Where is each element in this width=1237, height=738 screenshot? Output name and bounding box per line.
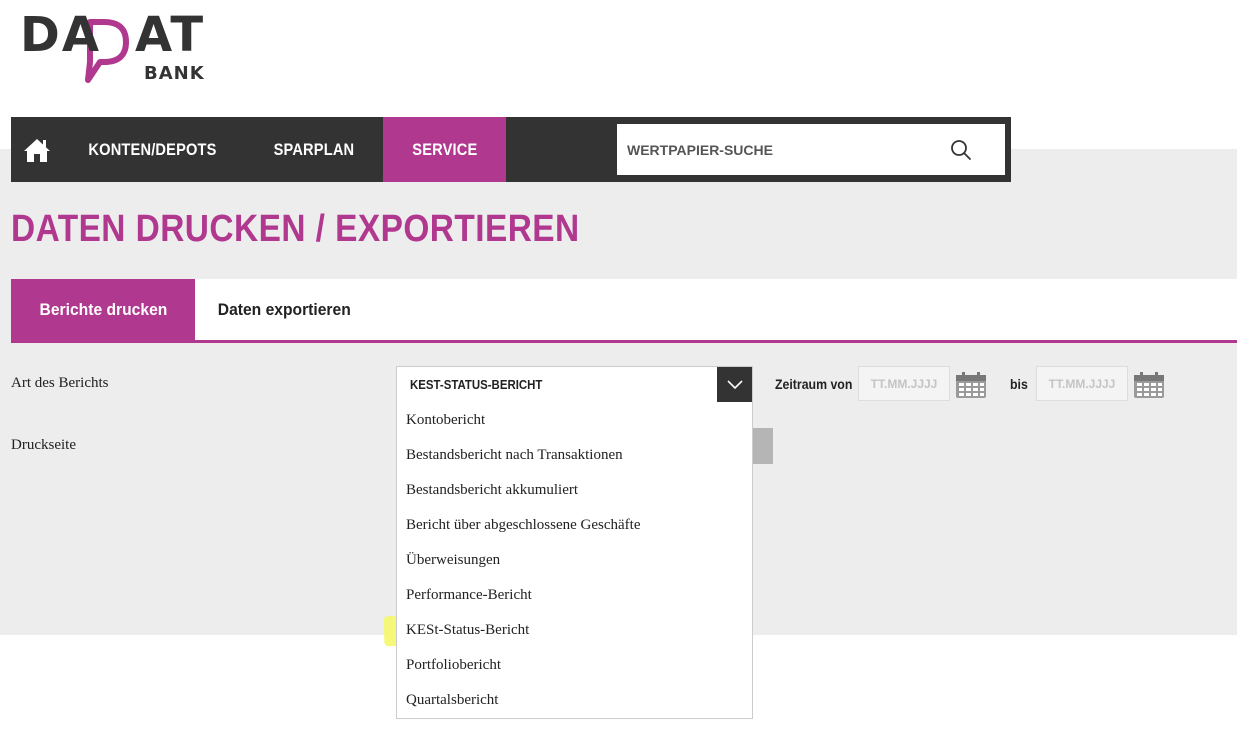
calendar-icon[interactable]: [1133, 371, 1165, 399]
main-navigation: KONTEN/DEPOTS SPARPLAN SERVICE: [11, 117, 1011, 182]
dropdown-option-bestandsbericht-akkumuliert[interactable]: Bestandsbericht akkumuliert: [406, 475, 578, 505]
tab-berichte-drucken[interactable]: Berichte drucken: [11, 279, 195, 340]
nav-sparplan[interactable]: SPARPLAN: [253, 117, 375, 182]
dropdown-option-performance-bericht[interactable]: Performance-Bericht: [406, 580, 532, 610]
dadat-bank-logo[interactable]: DA AT BANK: [20, 10, 220, 90]
nav-konten-depots[interactable]: KONTEN/DEPOTS: [73, 117, 233, 182]
art-des-berichts-label: Art des Berichts: [11, 375, 109, 391]
home-icon: [24, 138, 50, 162]
dropdown-option-quartalsbericht[interactable]: Quartalsbericht: [406, 685, 498, 715]
date-from-input[interactable]: [858, 366, 950, 401]
dropdown-option-bestandsbericht-transaktionen[interactable]: Bestandsbericht nach Transaktionen: [406, 440, 623, 470]
search-icon[interactable]: [950, 139, 972, 161]
tabs-underline: [11, 340, 1237, 343]
tab-daten-exportieren[interactable]: Daten exportieren: [200, 279, 368, 340]
nav-service[interactable]: SERVICE: [383, 117, 506, 182]
druckseite-label: Druckseite: [11, 437, 76, 453]
select-toggle-button[interactable]: [717, 367, 752, 402]
logo-wordmark: DA AT: [20, 7, 206, 63]
zeitraum-von-label: Zeitraum von: [775, 376, 853, 392]
report-type-select[interactable]: KEST-STATUS-BERICHT: [396, 366, 753, 403]
date-to-input[interactable]: [1036, 366, 1128, 401]
dropdown-option-abgeschlossene-geschaefte[interactable]: Bericht über abgeschlossene Geschäfte: [406, 510, 641, 540]
dropdown-option-ueberweisungen[interactable]: Überweisungen: [406, 545, 500, 575]
dropdown-option-kest-status-bericht[interactable]: KESt-Status-Bericht: [406, 615, 529, 645]
druckseite-select-button[interactable]: [752, 428, 773, 464]
search-input[interactable]: [627, 124, 947, 175]
calendar-icon[interactable]: [955, 371, 987, 399]
page-title: DATEN DRUCKEN / EXPORTIEREN: [11, 208, 580, 250]
report-type-selected-value: KEST-STATUS-BERICHT: [410, 377, 543, 392]
search-box: [617, 124, 1005, 175]
dropdown-option-kontobericht[interactable]: Kontobericht: [406, 405, 485, 435]
chevron-down-icon: [726, 379, 743, 389]
nav-home[interactable]: [11, 117, 63, 182]
logo-bank-text: BANK: [144, 63, 205, 84]
dropdown-option-portfoliobericht[interactable]: Portfoliobericht: [406, 650, 501, 680]
report-type-dropdown: Kontobericht Bestandsbericht nach Transa…: [396, 402, 753, 719]
zeitraum-bis-label: bis: [1010, 376, 1028, 392]
